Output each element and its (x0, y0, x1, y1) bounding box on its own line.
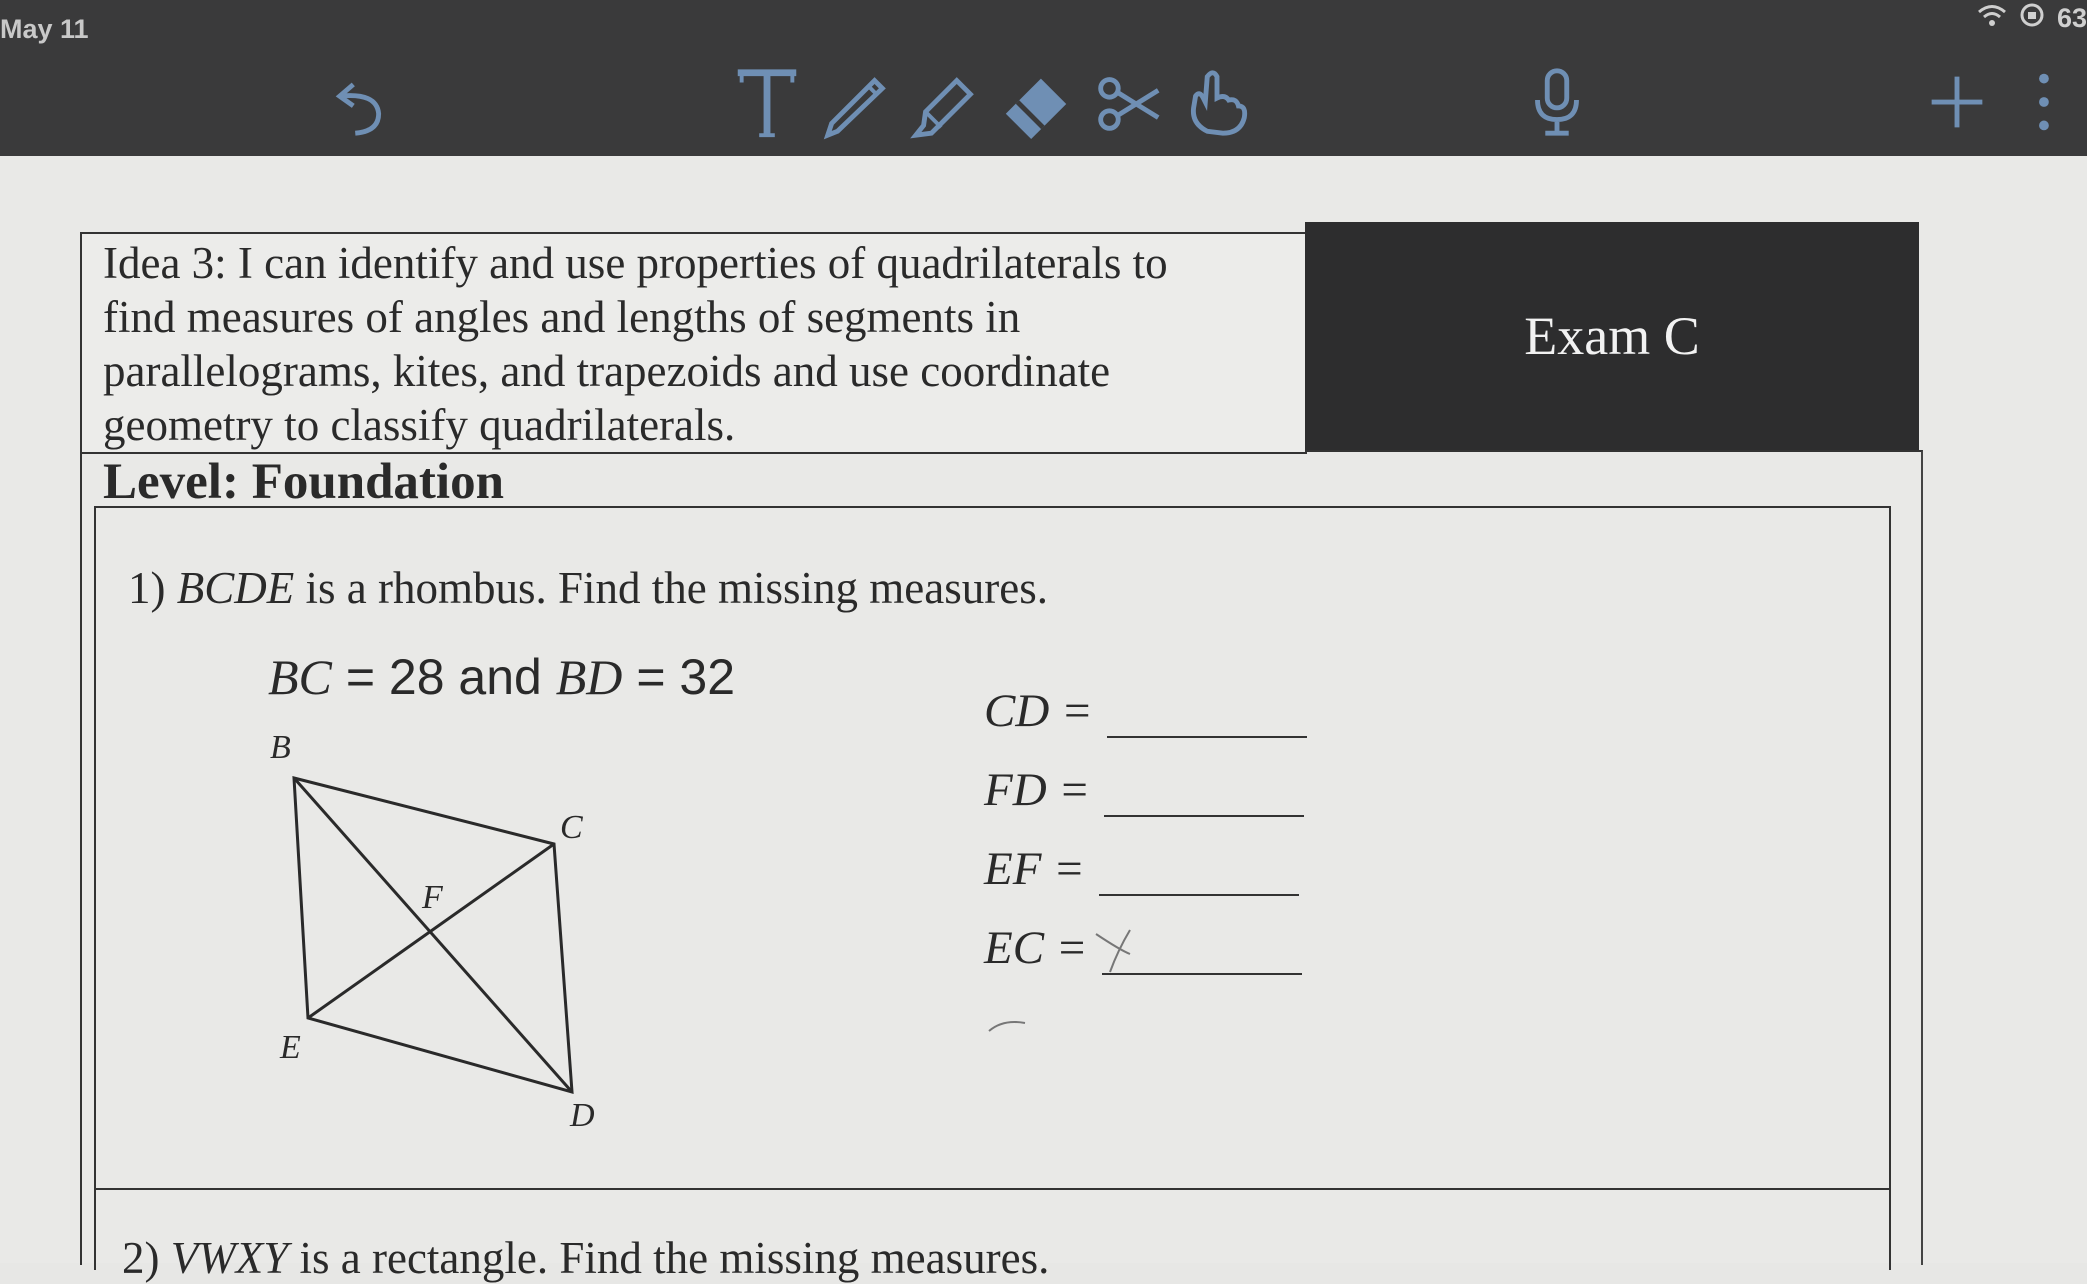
pen-icon[interactable] (812, 62, 902, 142)
hand-touch-icon[interactable] (1172, 62, 1262, 142)
toolbar: May 11 63 (0, 0, 2087, 156)
idea-line: parallelograms, kites, and trapezoids an… (103, 346, 1111, 396)
exam-box: Exam C (1305, 222, 1919, 450)
answer-blank[interactable] (1104, 769, 1305, 817)
more-icon[interactable] (2002, 62, 2082, 142)
eraser-icon[interactable] (992, 62, 1082, 142)
given-bc-label: BC (268, 649, 332, 705)
question-number: 2) (122, 1233, 160, 1283)
question-1-prompt: 1) BCDE is a rhombus. Find the missing m… (128, 562, 1048, 614)
plus-icon[interactable] (1912, 62, 2002, 142)
status-date: May 11 (0, 14, 89, 44)
idea-line: Idea 3: I can identify and use propertie… (103, 238, 1168, 288)
question-subject: BCDE (176, 563, 295, 613)
pencil-mark (988, 1021, 1026, 1032)
question-number: 1) (128, 563, 166, 613)
intersection-label-f: F (421, 879, 444, 916)
question-text: is a rectangle. Find the missing measure… (299, 1233, 1050, 1283)
idea-line: geometry to classify quadrilaterals. (103, 400, 736, 450)
answer-label: EC = (984, 922, 1088, 974)
answer-fd[interactable]: FD = (984, 763, 1305, 817)
vertex-label-b: B (270, 729, 291, 766)
vertex-label-c: C (560, 809, 583, 846)
answer-ef[interactable]: EF = (984, 842, 1299, 896)
given-bd-value: = 32 (636, 649, 736, 705)
undo-icon[interactable] (320, 62, 410, 142)
given-bd-label: BD (555, 649, 623, 705)
diagonal-bd (292, 777, 574, 1093)
given-bc-value: = 28 and (345, 649, 542, 705)
answer-label: CD = (984, 685, 1093, 737)
vertex-label-d: D (569, 1097, 595, 1134)
diagonal-ce (307, 842, 555, 1020)
question-text: is a rhombus. Find the missing measures. (305, 563, 1048, 613)
answer-blank[interactable] (1106, 690, 1307, 738)
idea-statement: Idea 3: I can identify and use propertie… (103, 236, 1303, 452)
microphone-icon[interactable] (1512, 62, 1602, 142)
status-indicators: 63 (1977, 2, 2087, 35)
answer-blank[interactable] (1098, 848, 1299, 896)
question-subject: VWXY (170, 1233, 289, 1283)
scissors-icon[interactable] (1082, 62, 1172, 142)
answer-label: FD = (984, 764, 1091, 816)
battery-percent: 63 (2056, 3, 2087, 33)
answer-cd[interactable]: CD = (984, 684, 1307, 738)
rhombus-diagram: B C D E F (270, 729, 595, 1134)
level-label: Level: Foundation (103, 454, 504, 510)
wifi-icon (1977, 3, 2007, 34)
highlighter-icon[interactable] (902, 62, 992, 142)
exam-label: Exam C (1524, 306, 1700, 366)
idea-line: find measures of angles and lengths of s… (103, 292, 1021, 342)
text-tool-icon[interactable] (722, 62, 812, 142)
answer-label: EF = (984, 843, 1085, 895)
orientation-lock-icon (2019, 2, 2045, 35)
given-values: BC = 28 and BD = 32 (268, 648, 735, 706)
pencil-mark (1095, 929, 1131, 973)
question-2-prompt: 2) VWXY is a rectangle. Find the missing… (122, 1232, 1049, 1284)
vertex-label-e: E (279, 1029, 301, 1066)
